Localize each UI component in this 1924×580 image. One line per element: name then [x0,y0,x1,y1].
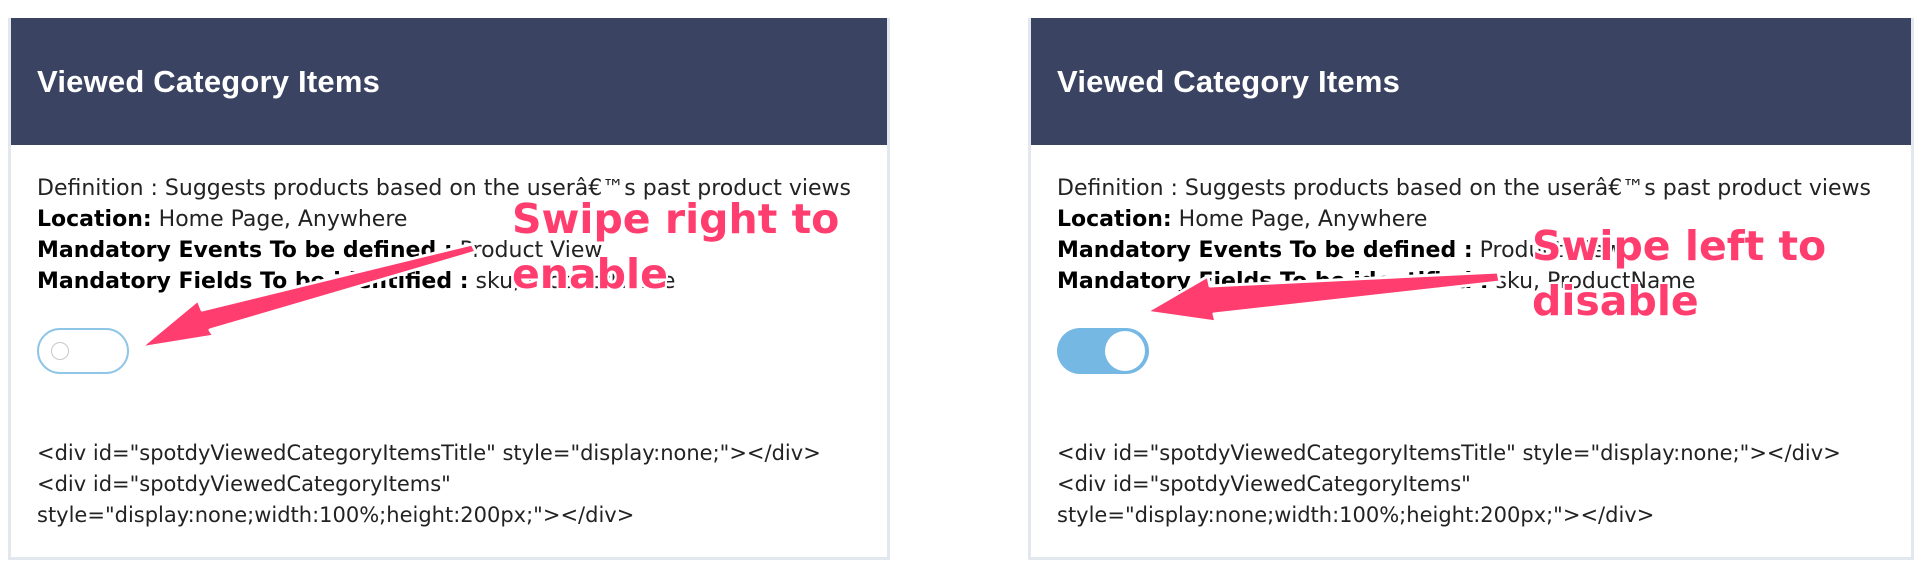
events-label: Mandatory Events To be defined : [1057,238,1473,263]
card-title: Viewed Category Items [1057,63,1401,99]
disable-toggle[interactable] [1057,328,1149,374]
code-line: style="display:none;width:100%;height:20… [37,503,635,527]
location-label: Location: [1057,207,1172,232]
annotation-swipe-right: Swipe right to enable [512,195,840,298]
code-line: style="display:none;width:100%;height:20… [1057,503,1655,527]
code-line: <div id="spotdyViewedCategoryItemsTitle"… [1057,441,1841,465]
fields-label: Mandatory Fields To be identified : [37,269,469,294]
embed-code: <div id="spotdyViewedCategoryItemsTitle"… [37,438,861,531]
events-label: Mandatory Events To be defined : [37,238,453,263]
definition-text: Definition : Suggests products based on … [1057,176,1871,201]
card-header: Viewed Category Items [1031,18,1911,145]
embed-code: <div id="spotdyViewedCategoryItemsTitle"… [1057,438,1885,531]
card-title: Viewed Category Items [37,63,381,99]
location-value: Home Page, Anywhere [151,207,408,232]
code-line: <div id="spotdyViewedCategoryItemsTitle"… [37,441,821,465]
fields-label: Mandatory Fields To be identified : [1057,269,1489,294]
code-line: <div id="spotdyViewedCategoryItems" [1057,472,1471,496]
code-line: <div id="spotdyViewedCategoryItems" [37,472,451,496]
enable-toggle[interactable] [37,328,129,374]
annotation-swipe-left: Swipe left to disable [1532,222,1827,325]
toggle-knob [1105,331,1145,371]
card-body: Definition : Suggests products based on … [1031,145,1911,531]
location-value: Home Page, Anywhere [1171,207,1428,232]
card-header: Viewed Category Items [11,18,887,145]
location-label: Location: [37,207,152,232]
toggle-knob [51,342,69,360]
